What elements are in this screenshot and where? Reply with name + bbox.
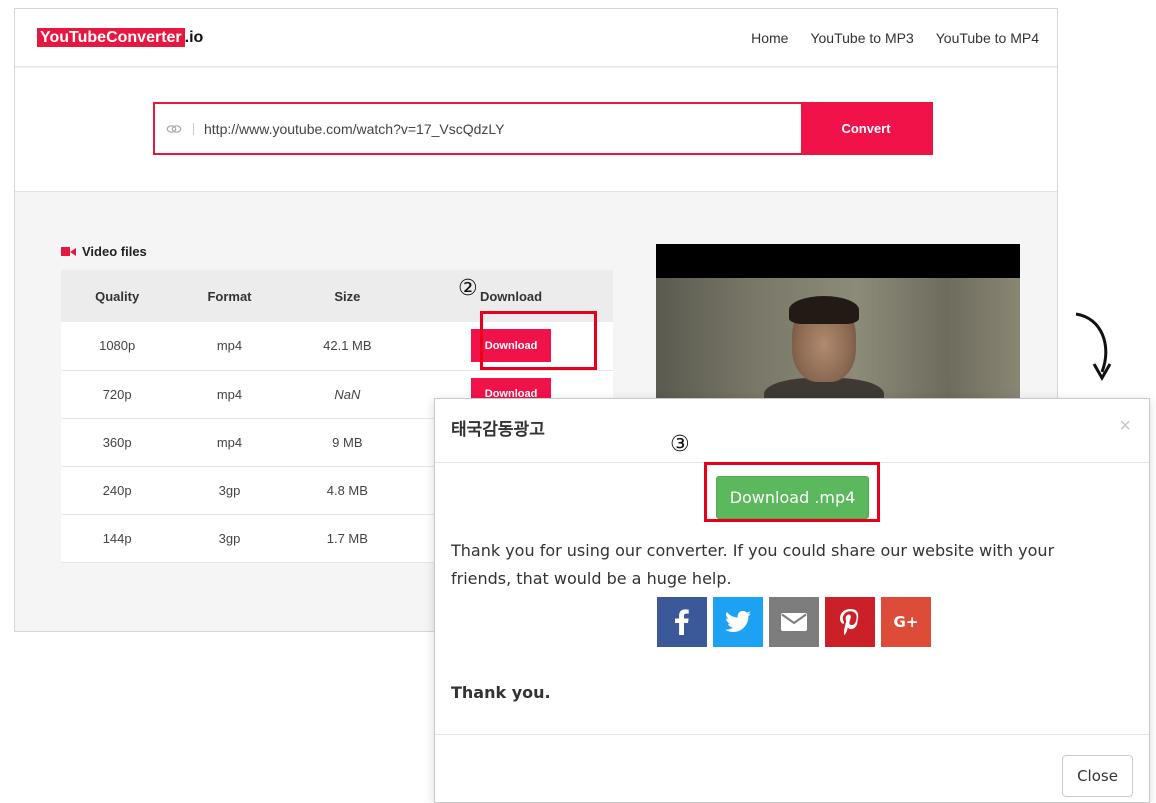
site-header: YouTubeConverter .io Home YouTube to MP3 …: [15, 9, 1057, 67]
highlight-box-download-mp4: [704, 462, 880, 522]
youtube-url-input[interactable]: [194, 104, 801, 153]
main-nav: Home YouTube to MP3 YouTube to MP4: [751, 30, 1039, 46]
download-modal: 태국감동광고 × Download .mp4 Thank you for usi…: [434, 398, 1150, 803]
url-form: Convert: [153, 102, 933, 155]
hero-section: Convert: [15, 68, 1057, 192]
video-camera-icon: [61, 247, 76, 256]
cell-quality: 144p: [61, 514, 174, 563]
column-format: Format: [173, 270, 286, 322]
pinterest-icon[interactable]: [825, 597, 875, 647]
curved-arrow-icon: [1075, 312, 1112, 382]
column-quality: Quality: [61, 270, 174, 322]
cell-size: 1.7 MB: [285, 514, 410, 563]
cell-quality: 240p: [61, 466, 174, 515]
nav-youtube-to-mp3[interactable]: YouTube to MP3: [810, 30, 913, 46]
column-size: Size: [285, 270, 410, 322]
close-icon[interactable]: ×: [1119, 415, 1131, 438]
cell-size: 4.8 MB: [285, 466, 410, 515]
google-plus-icon[interactable]: G+: [881, 597, 931, 647]
step-2-marker: ②: [458, 276, 478, 301]
email-icon[interactable]: [769, 597, 819, 647]
nav-home[interactable]: Home: [751, 30, 788, 46]
logo-main-text: YouTubeConverter: [37, 28, 185, 47]
cell-quality: 360p: [61, 418, 174, 467]
nav-youtube-to-mp4[interactable]: YouTube to MP4: [936, 30, 1039, 46]
link-icon: [155, 104, 193, 153]
cell-format: 3gp: [173, 466, 286, 515]
cell-format: mp4: [173, 418, 286, 467]
video-files-title: Video files: [82, 244, 147, 259]
highlight-box-download-1080p: [480, 311, 597, 370]
modal-footer: Close: [435, 734, 1149, 802]
thank-you-text: Thank you.: [451, 683, 551, 702]
close-button[interactable]: Close: [1062, 755, 1133, 797]
video-thumbnail[interactable]: [656, 244, 1020, 404]
share-buttons: G+: [657, 597, 931, 647]
modal-title: 태국감동광고: [451, 420, 545, 440]
logo-suffix-text: .io: [184, 29, 204, 46]
cell-quality: 720p: [61, 370, 174, 419]
cell-format: 3gp: [173, 514, 286, 563]
cell-format: mp4: [173, 322, 286, 371]
cell-quality: 1080p: [61, 322, 174, 371]
video-frame: [656, 278, 1020, 404]
cell-size: NaN: [285, 370, 410, 419]
step-3-marker: ③: [670, 432, 690, 457]
video-files-heading: Video files: [61, 244, 147, 259]
cell-format: mp4: [173, 370, 286, 419]
cell-size: 9 MB: [285, 418, 410, 467]
cell-size: 42.1 MB: [285, 322, 410, 371]
facebook-icon[interactable]: [657, 597, 707, 647]
twitter-icon[interactable]: [713, 597, 763, 647]
convert-button[interactable]: Convert: [801, 104, 931, 153]
modal-header: 태국감동광고 ×: [435, 399, 1149, 463]
site-logo[interactable]: YouTubeConverter .io: [37, 27, 203, 49]
share-message: Thank you for using our converter. If yo…: [451, 541, 1055, 588]
